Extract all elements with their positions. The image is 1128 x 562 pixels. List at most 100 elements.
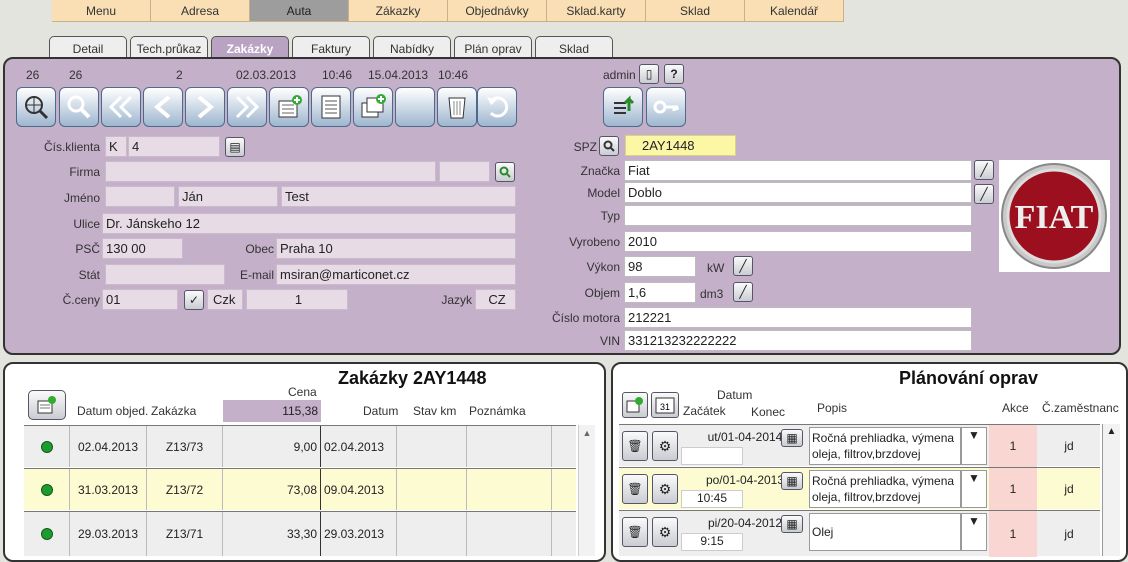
tab-detail[interactable]: Detail (49, 36, 127, 59)
plan-calendar-icon[interactable]: ▦ (781, 515, 803, 533)
tab-nabidky[interactable]: Nabídky (373, 36, 451, 59)
undo-button[interactable] (477, 87, 517, 127)
table-row[interactable]: 29.03.2013 Z13/71 33,30 29.03.2013 (24, 511, 576, 556)
plan-calendar-icon[interactable]: ▦ (781, 472, 803, 490)
plan-dropdown-icon[interactable]: ▼ (961, 427, 987, 465)
copy-record-button[interactable] (353, 87, 393, 127)
tab-zakazky[interactable]: Zakázky (211, 36, 289, 59)
menu-item-auta[interactable]: Auta (250, 0, 349, 22)
menu-item-sklad[interactable]: Sklad (646, 0, 745, 22)
table-row[interactable]: 02.04.2013 Z13/73 9,00 02.04.2013 (24, 425, 576, 467)
first-name-field[interactable]: Ján (178, 186, 278, 207)
motor-field[interactable]: 212221 (624, 307, 972, 328)
stat-field[interactable] (105, 264, 225, 285)
typ-field[interactable] (624, 205, 972, 226)
plan-akce[interactable]: 1 (989, 511, 1037, 557)
currency-field[interactable]: Czk (207, 289, 243, 310)
tab-sklad[interactable]: Sklad (535, 36, 613, 59)
menu-item-sklad-karty[interactable]: Sklad.karty (547, 0, 646, 22)
plan-description[interactable]: Ročná prehliadka, výmena oleja, filtrov,b… (809, 427, 961, 465)
menu-item-objednavky[interactable]: Objednávky (448, 0, 547, 22)
plan-delete-icon[interactable]: 🗑 (622, 474, 648, 504)
calendar-plan-button[interactable]: 31 (651, 392, 679, 418)
ceny-number-field[interactable]: 1 (246, 289, 348, 310)
plan-akce[interactable]: 1 (989, 468, 1037, 510)
orders-scrollbar[interactable]: ▲ (578, 425, 595, 556)
client-lookup-icon[interactable]: ▤ (225, 137, 245, 157)
document-button[interactable] (311, 87, 351, 127)
menu-item-adresa[interactable]: Adresa (151, 0, 250, 22)
model-field[interactable]: Doblo (624, 182, 972, 203)
plan-dropdown-icon[interactable]: ▼ (961, 470, 987, 508)
plan-employee[interactable]: jd (1039, 425, 1099, 467)
plan-calendar-icon[interactable]: ▦ (781, 429, 803, 447)
plan-time[interactable]: 10:45 (681, 490, 743, 508)
model-edit-icon[interactable]: ╱ (974, 184, 994, 204)
menu-item-kalendar[interactable]: Kalendář (745, 0, 844, 22)
znacka-field[interactable]: Fiat (624, 160, 972, 181)
help-icon[interactable]: ? (664, 64, 684, 84)
plan-settings-icon[interactable]: ⚙ (652, 431, 678, 461)
plan-description[interactable]: Ročná prehliadka, výmena oleja, filtrov,b… (809, 470, 961, 508)
next-record-button[interactable] (185, 87, 225, 127)
plan-description[interactable]: Olej (809, 513, 961, 551)
plan-dropdown-icon[interactable]: ▼ (961, 513, 987, 551)
tab-faktury[interactable]: Faktury (292, 36, 370, 59)
plan-employee[interactable]: jd (1039, 468, 1099, 510)
menu-item-zakazky[interactable]: Zákazky (349, 0, 448, 22)
scroll-up-icon[interactable]: ▲ (1103, 426, 1120, 437)
plan-delete-icon[interactable]: 🗑 (622, 517, 648, 547)
new-record-button[interactable] (269, 87, 309, 127)
plan-row[interactable]: 🗑 ⚙ po/01-04-2013 10:45 ▦ Ročná prehliad… (619, 467, 1100, 510)
vykon-field[interactable]: 98 (624, 256, 696, 277)
table-row[interactable]: 31.03.2013 Z13/72 73,08 09.04.2013 (24, 468, 576, 510)
obec-field[interactable]: Praha 10 (276, 238, 516, 259)
spz-search-icon[interactable] (599, 136, 619, 156)
first-record-button[interactable] (101, 87, 141, 127)
search-button[interactable] (59, 87, 99, 127)
ceny-checkbox-icon[interactable]: ✓ (184, 290, 204, 310)
empty-button[interactable] (395, 87, 435, 127)
plan-row[interactable]: 🗑 ⚙ pi/20-04-2012 9:15 ▦ Olej ▼ 1 jd (619, 510, 1100, 557)
scroll-up-icon[interactable]: ▲ (579, 428, 595, 438)
znacka-edit-icon[interactable]: ╱ (974, 160, 994, 180)
plan-row[interactable]: 🗑 ⚙ ut/01-04-2014 ▦ Ročná prehliadka, vý… (619, 424, 1100, 467)
jazyk-field[interactable]: CZ (475, 289, 516, 310)
email-field[interactable]: msiran@marticonet.cz (276, 264, 516, 285)
plan-settings-icon[interactable]: ⚙ (652, 517, 678, 547)
web-search-button[interactable] (16, 87, 56, 127)
plan-akce[interactable]: 1 (989, 425, 1037, 467)
export-button[interactable] (603, 87, 643, 127)
psc-field[interactable]: 130 00 (102, 238, 183, 259)
new-plan-button[interactable] (622, 392, 648, 418)
plan-settings-icon[interactable]: ⚙ (652, 474, 678, 504)
last-name-field[interactable]: Test (281, 186, 516, 207)
objem-field[interactable]: 1,6 (624, 282, 696, 303)
tab-tech-prukaz[interactable]: Tech.průkaz (130, 36, 208, 59)
objem-edit-icon[interactable]: ╱ (733, 282, 753, 302)
vin-field[interactable]: 331213232222222 (624, 330, 972, 351)
title-field[interactable] (105, 186, 175, 207)
plan-time[interactable] (681, 447, 743, 465)
delete-button[interactable] (437, 87, 477, 127)
last-record-button[interactable] (227, 87, 267, 127)
client-type-field[interactable]: K (105, 136, 127, 157)
plan-delete-icon[interactable]: 🗑 (622, 431, 648, 461)
new-order-button[interactable] (28, 390, 66, 420)
vyrobeno-field[interactable]: 2010 (624, 231, 972, 252)
key-button[interactable] (646, 87, 686, 127)
menu-item-menu[interactable]: Menu (52, 0, 151, 22)
firma-search-icon[interactable] (495, 162, 515, 182)
vykon-edit-icon[interactable]: ╱ (733, 256, 753, 276)
firma-field[interactable] (105, 161, 436, 182)
plan-employee[interactable]: jd (1039, 511, 1099, 557)
spz-field[interactable]: 2AY1448 (625, 135, 736, 156)
plan-time[interactable]: 9:15 (681, 533, 743, 551)
planning-scrollbar[interactable]: ▲ (1102, 424, 1120, 556)
ulice-field[interactable]: Dr. Jánskeho 12 (102, 213, 516, 234)
firma-extra-field[interactable] (439, 161, 490, 182)
prev-record-button[interactable] (143, 87, 183, 127)
notes-icon[interactable]: ▯ (639, 64, 659, 84)
tab-plan-oprav[interactable]: Plán oprav (454, 36, 532, 59)
client-number-field[interactable]: 4 (128, 136, 220, 157)
